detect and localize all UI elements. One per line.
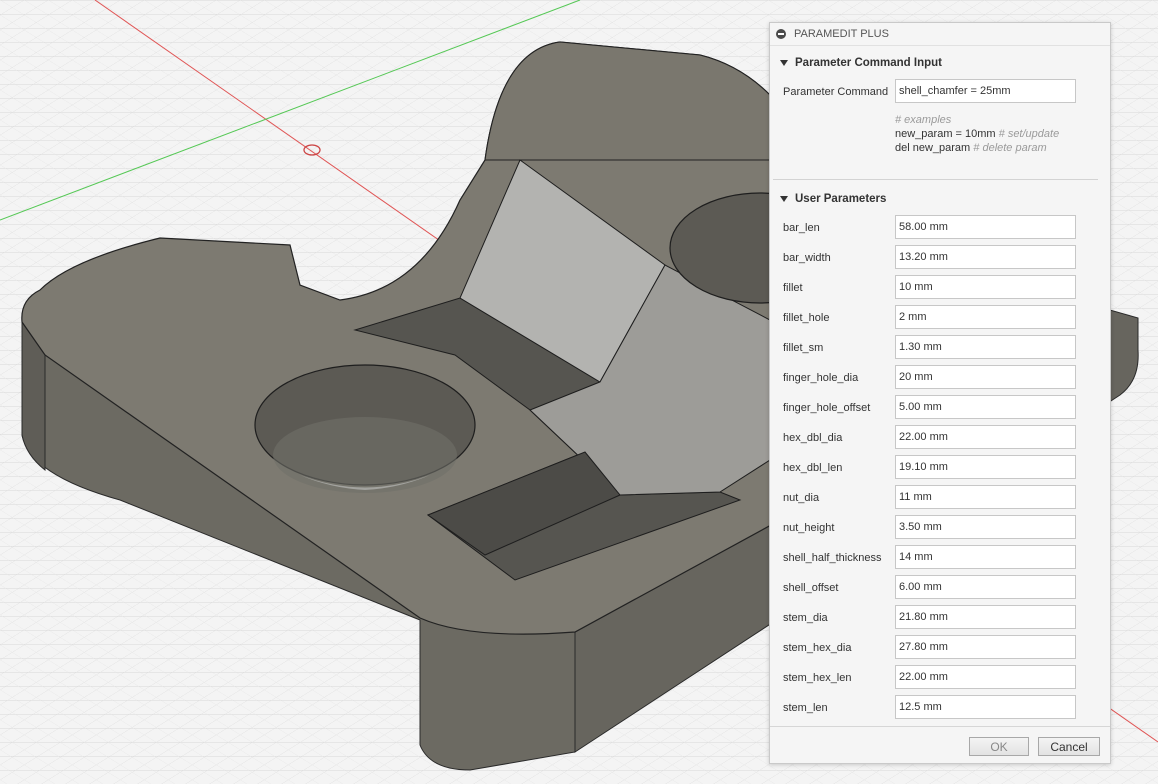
param-value-input[interactable] — [895, 575, 1076, 599]
user-params-header[interactable]: User Parameters — [770, 189, 1110, 209]
dialog-title-bar: PARAMEDIT PLUS — [770, 23, 1110, 46]
user-params-title: User Parameters — [795, 193, 887, 205]
command-section: Parameter Command Input Parameter Comman… — [770, 53, 1110, 155]
param-label: fillet_sm — [783, 342, 824, 354]
param-label: hex_dbl_dia — [783, 432, 843, 444]
paramedit-dialog: PARAMEDIT PLUS Parameter Command Input P… — [769, 22, 1111, 764]
param-value-input[interactable] — [895, 515, 1076, 539]
param-value-input[interactable] — [895, 695, 1076, 719]
param-row: hex_dbl_dia — [770, 423, 1110, 453]
example-delete-note: # delete param — [973, 142, 1047, 154]
dialog-title: PARAMEDIT PLUS — [794, 28, 889, 40]
param-label: stem_hex_len — [783, 672, 852, 684]
param-row: nut_height — [770, 513, 1110, 543]
param-row: finger_hole_dia — [770, 363, 1110, 393]
param-row: nut_dia — [770, 483, 1110, 513]
param-value-input[interactable] — [895, 365, 1076, 389]
param-value-input[interactable] — [895, 395, 1076, 419]
param-value-input[interactable] — [895, 275, 1076, 299]
param-label: shell_half_thickness — [783, 552, 882, 564]
section-divider — [773, 179, 1098, 180]
caret-down-icon[interactable] — [780, 196, 788, 202]
param-value-input[interactable] — [895, 485, 1076, 509]
param-label: hex_dbl_len — [783, 462, 843, 474]
example-set-note: # set/update — [998, 128, 1060, 140]
param-label: stem_hex_dia — [783, 642, 852, 654]
param-row: fillet — [770, 273, 1110, 303]
example-set-code: new_param = 10mm — [895, 128, 996, 140]
param-label: finger_hole_dia — [783, 372, 859, 384]
param-value-input[interactable] — [895, 665, 1076, 689]
param-row: fillet_hole — [770, 303, 1110, 333]
command-section-header[interactable]: Parameter Command Input — [770, 53, 1110, 73]
param-row: shell_half_thickness — [770, 543, 1110, 573]
command-section-title: Parameter Command Input — [795, 57, 942, 69]
example-delete-code: del new_param — [895, 142, 971, 154]
param-value-input[interactable] — [895, 605, 1076, 629]
param-row: bar_len — [770, 213, 1110, 243]
command-input[interactable] — [895, 79, 1076, 103]
collapse-icon[interactable] — [776, 29, 786, 39]
param-value-input[interactable] — [895, 455, 1076, 479]
param-value-input[interactable] — [895, 245, 1076, 269]
param-row: shell_offset — [770, 573, 1110, 603]
param-label: stem_len — [783, 702, 828, 714]
caret-down-icon[interactable] — [780, 60, 788, 66]
param-list: bar_len bar_widthfillet fillet_hole fillet_… — [770, 213, 1110, 723]
param-value-input[interactable] — [895, 335, 1076, 359]
param-row: fillet_sm — [770, 333, 1110, 363]
param-label: fillet — [783, 282, 803, 294]
param-row: stem_hex_dia — [770, 633, 1110, 663]
param-row: stem_len — [770, 693, 1110, 723]
cancel-button[interactable]: Cancel — [1038, 737, 1100, 756]
ok-button[interactable]: OK — [969, 737, 1029, 756]
param-value-input[interactable] — [895, 425, 1076, 449]
param-value-input[interactable] — [895, 545, 1076, 569]
param-label: finger_hole_offset — [783, 402, 871, 414]
param-value-input[interactable] — [895, 215, 1076, 239]
param-label: shell_offset — [783, 582, 839, 594]
command-row: Parameter Command — [770, 77, 1110, 107]
command-label: Parameter Command — [783, 86, 889, 98]
param-label: bar_len — [783, 222, 820, 234]
model-hole-left-inner — [273, 417, 457, 493]
param-value-input[interactable] — [895, 635, 1076, 659]
dialog-footer: OK Cancel — [770, 726, 1110, 763]
param-row: stem_dia — [770, 603, 1110, 633]
param-row: bar_width — [770, 243, 1110, 273]
param-label: fillet_hole — [783, 312, 830, 324]
param-value-input[interactable] — [895, 305, 1076, 329]
user-params-section: User Parameters bar_len bar_widthfillet fi… — [770, 189, 1110, 723]
param-label: nut_dia — [783, 492, 820, 504]
param-row: finger_hole_offset — [770, 393, 1110, 423]
param-label: bar_width — [783, 252, 831, 264]
example-delete: del new_param # delete param — [895, 141, 1110, 155]
param-row: stem_hex_len — [770, 663, 1110, 693]
param-label: nut_height — [783, 522, 835, 534]
example-set: new_param = 10mm # set/update — [895, 127, 1110, 141]
examples-header: # examples — [895, 114, 952, 126]
command-examples: # examples new_param = 10mm # set/update… — [895, 113, 1110, 155]
param-label: stem_dia — [783, 612, 828, 624]
param-row: hex_dbl_len — [770, 453, 1110, 483]
